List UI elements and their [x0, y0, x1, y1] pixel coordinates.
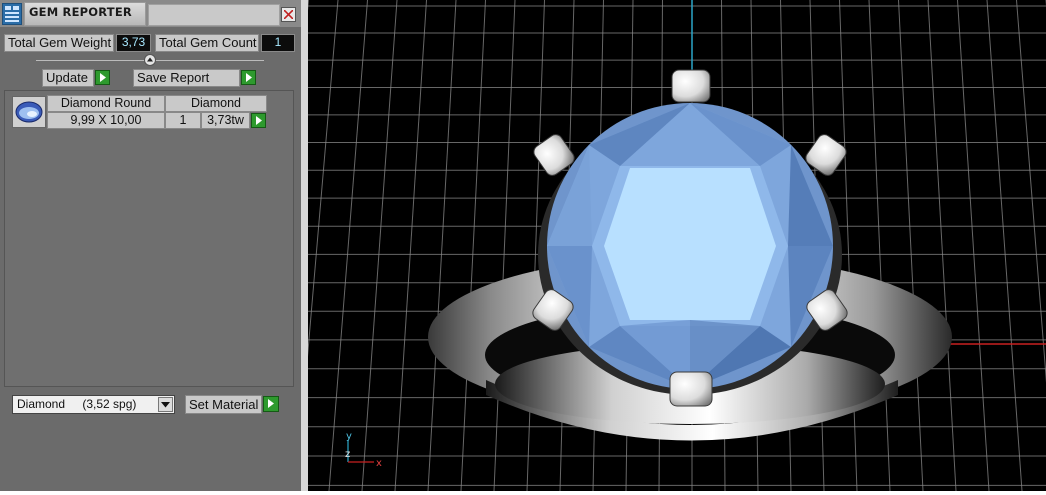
gem-count-cell: 1 [165, 112, 201, 129]
chevron-down-icon [161, 402, 170, 408]
axis-z-label: z [345, 449, 350, 460]
save-report-button[interactable]: Save Report [133, 69, 240, 87]
3d-viewport[interactable]: y z x [308, 0, 1046, 491]
gem-row-go-button[interactable] [251, 113, 266, 128]
close-button[interactable] [281, 7, 296, 22]
panel-title: GEM REPORTER [29, 5, 132, 19]
gem-material-cell: Diamond [165, 95, 267, 112]
collapse-toggle-button[interactable] [144, 54, 156, 66]
total-gem-weight-value: 3,73 [116, 34, 151, 52]
dropdown-button[interactable] [158, 397, 173, 412]
gem-name-cell: Diamond Round [47, 95, 165, 112]
panel-title-tab: GEM REPORTER [24, 2, 146, 26]
grid-line [395, 0, 427, 491]
total-gem-count-label: Total Gem Count [155, 34, 259, 52]
gem-size-cell: 9,99 X 10,00 [47, 112, 165, 129]
total-gem-count-value: 1 [261, 34, 295, 52]
play-arrow-icon [245, 73, 253, 82]
gem-reporter-panel: GEM REPORTER Total Gem Weight 3,73 Total… [0, 0, 301, 491]
axis-y-label: y [346, 431, 352, 442]
prong-bottom [670, 372, 712, 406]
round-gem-icon [13, 97, 45, 127]
panel-splitter[interactable] [301, 0, 308, 491]
play-arrow-icon [267, 399, 275, 408]
grid-line [362, 0, 397, 491]
update-button[interactable]: Update [42, 69, 94, 87]
axis-x-label: x [376, 458, 382, 469]
grid-line [329, 0, 368, 491]
update-go-button[interactable] [95, 70, 110, 85]
grid-line [899, 0, 924, 491]
gem-list: Diamond Round Diamond 9,99 X 10,00 1 3,7… [4, 90, 294, 387]
grid-line [494, 0, 515, 491]
close-icon [284, 10, 293, 19]
grid-line [869, 0, 890, 491]
grid-line [428, 0, 456, 491]
panel-titlebar: GEM REPORTER [0, 0, 301, 27]
title-bar-fill [148, 4, 280, 26]
gem-weight-cell: 3,73tw [201, 112, 250, 129]
grid-line [308, 0, 338, 491]
gem-thumbnail [12, 96, 46, 128]
prong-top [672, 70, 710, 102]
material-name: Diamond [17, 397, 65, 411]
total-gem-weight-label: Total Gem Weight [4, 34, 114, 52]
play-arrow-icon [255, 116, 263, 125]
grid-line [958, 0, 990, 491]
grid-line [928, 0, 956, 491]
grid-line [840, 0, 858, 491]
material-sg: (3,52 spg) [82, 397, 136, 411]
diamond-gem [547, 103, 833, 389]
grid-line [1017, 0, 1046, 491]
grid-line [461, 0, 486, 491]
viewport-canvas[interactable]: y z x [308, 0, 1046, 491]
grid-line [987, 0, 1022, 491]
material-select[interactable]: Diamond (3,52 spg) [12, 395, 175, 414]
save-report-go-button[interactable] [241, 70, 256, 85]
grid-line [308, 0, 309, 491]
play-arrow-icon [99, 73, 107, 82]
chevron-up-icon [146, 56, 154, 64]
set-material-button[interactable]: Set Material [185, 395, 262, 414]
gem-reporter-icon [2, 3, 22, 25]
set-material-go-button[interactable] [263, 396, 279, 412]
